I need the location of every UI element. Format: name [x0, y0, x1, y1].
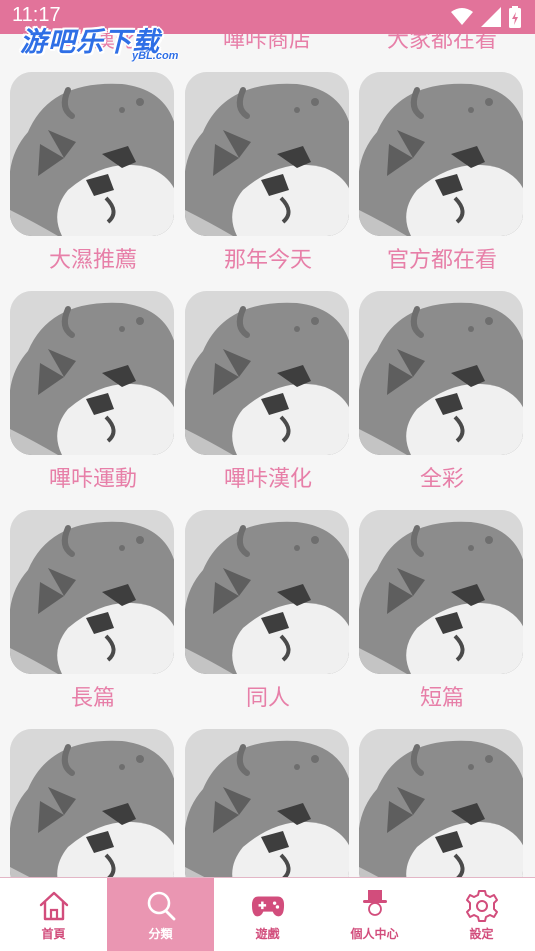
nav-item-games[interactable]: 遊戲: [214, 878, 321, 951]
category-thumbnail: [10, 510, 174, 674]
category-label: 官方都在看: [386, 248, 497, 273]
category-thumbnail: [185, 291, 349, 455]
category-thumbnail: [185, 72, 349, 236]
category-thumbnail: [359, 729, 523, 893]
bottom-navigation: 首頁 分類 遊戲 個人中心 設定: [0, 877, 535, 951]
category-thumbnail: [185, 729, 349, 893]
signal-icon: [481, 7, 501, 31]
category-thumbnail: [359, 72, 523, 236]
nav-item-category[interactable]: 分類: [107, 878, 214, 951]
profile-hat-icon: [358, 890, 392, 922]
nav-label: 個人中心: [350, 927, 399, 941]
category-thumbnail: [10, 72, 174, 236]
nav-item-profile[interactable]: 個人中心: [321, 878, 428, 951]
status-icons: [451, 6, 521, 32]
category-label: 全彩: [419, 467, 464, 492]
category-thumbnail: [359, 291, 523, 455]
category-label: 大濕推薦: [48, 248, 137, 273]
nav-item-home[interactable]: 首頁: [0, 878, 107, 951]
nav-label: 設定: [469, 927, 494, 941]
app-root: 11:17 游吧乐下载 yBL.com 嗶咔漢化 嗶咔商店 大家都在看 大濕推薦…: [0, 0, 535, 951]
watermark-logo: 游吧乐下载 yBL.com: [20, 20, 178, 62]
nav-label: 分類: [148, 927, 173, 941]
category-label: 那年今天: [223, 248, 312, 273]
gear-icon: [465, 890, 499, 922]
nav-label: 首頁: [41, 927, 66, 941]
category-thumbnail: [359, 510, 523, 674]
gamepad-icon: [251, 890, 285, 922]
category-thumbnail: [10, 729, 174, 893]
wifi-icon: [451, 8, 473, 30]
category-thumbnail: [10, 291, 174, 455]
category-label: 嗶咔漢化: [223, 467, 312, 492]
category-label: 嗶咔運動: [48, 467, 137, 492]
battery-icon: [509, 6, 521, 32]
watermark-subtext: yBL.com: [132, 50, 179, 62]
nav-item-settings[interactable]: 設定: [428, 878, 535, 951]
nav-label: 遊戲: [255, 927, 280, 941]
category-label: 同人: [245, 686, 290, 711]
category-thumbnail: [185, 510, 349, 674]
search-icon: [144, 890, 178, 922]
category-label: 長篇: [70, 686, 115, 711]
category-label: 短篇: [419, 686, 464, 711]
home-icon: [37, 890, 71, 922]
